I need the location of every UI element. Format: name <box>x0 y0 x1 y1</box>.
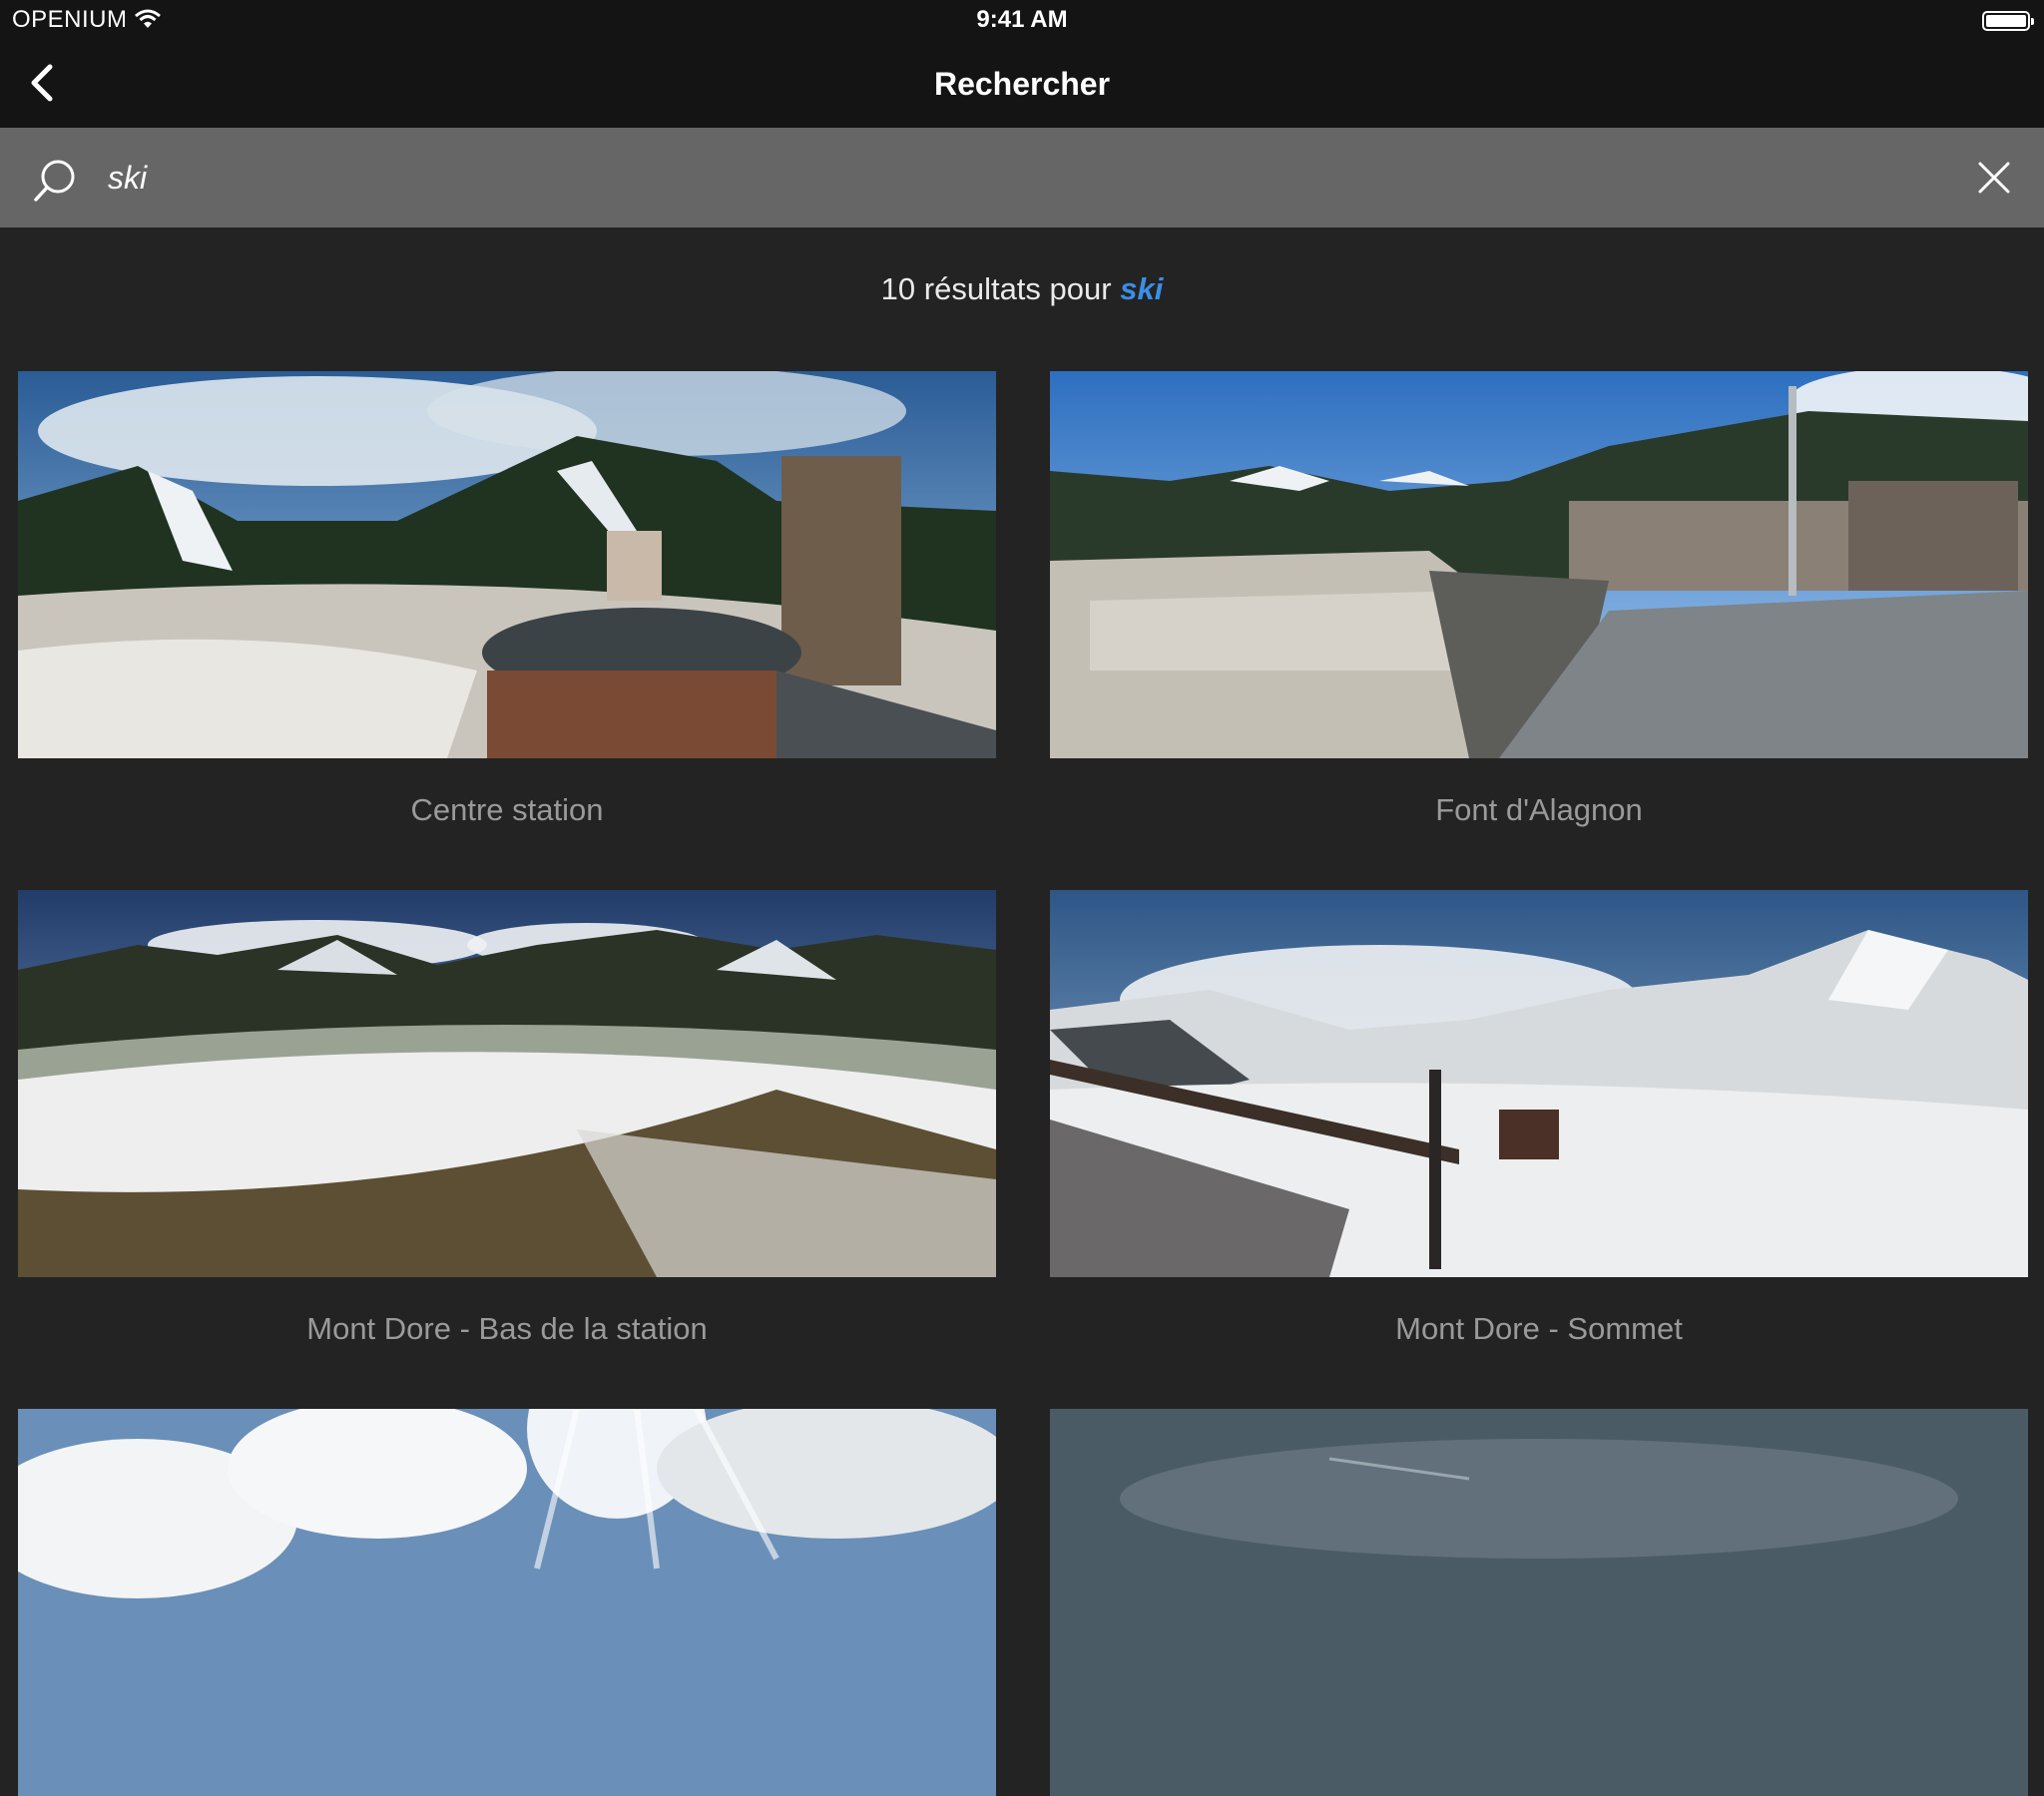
webcam-name: Mont Dore - Bas de la station <box>306 1311 708 1346</box>
status-time: 9:41 AM <box>976 6 1068 33</box>
webcam-name: Mont Dore - Sommet <box>1395 1311 1683 1346</box>
clear-search-button[interactable] <box>1974 158 2014 198</box>
results-count-text: 10 résultats pour <box>880 271 1112 306</box>
webcam-thumbnail <box>1050 1409 2028 1796</box>
search-input[interactable] <box>106 148 1902 208</box>
webcam-card[interactable]: Mont Dore - Bas de la station <box>18 890 996 1346</box>
webcam-thumbnail <box>1050 890 2028 1277</box>
webcam-card[interactable]: Mont Dore - Sommet <box>1050 890 2028 1346</box>
webcam-card[interactable]: Font d'Alagnon <box>1050 371 2028 827</box>
results-query: ski <box>1120 271 1164 306</box>
battery-icon <box>1982 11 2034 31</box>
navigation-bar: Rechercher <box>0 40 2044 128</box>
webcam-thumbnail <box>18 371 996 758</box>
page-title: Rechercher <box>933 66 1111 102</box>
webcam-card[interactable]: Centre station <box>18 371 996 827</box>
webcam-name: Centre station <box>410 792 604 827</box>
webcam-thumbnail <box>18 1409 996 1796</box>
webcam-card[interactable] <box>1050 1409 2028 1796</box>
status-bar: OPENIUM 9:41 AM <box>0 0 2044 40</box>
webcam-card[interactable] <box>18 1409 996 1796</box>
webcam-thumbnail <box>1050 371 2028 758</box>
search-icon <box>34 160 75 202</box>
webcam-name: Font d'Alagnon <box>1435 792 1643 827</box>
results-count: 10 résultats pour ski <box>0 271 2044 307</box>
webcam-thumbnail <box>18 890 996 1277</box>
search-bar <box>0 128 2044 227</box>
